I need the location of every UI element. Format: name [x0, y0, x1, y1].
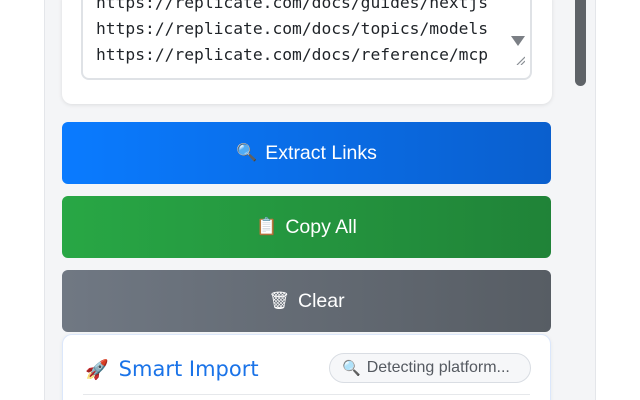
platform-status-badge: 🔍 Detecting platform...: [329, 353, 531, 383]
link-line: https://replicate.com/docs/reference/mcp: [96, 45, 489, 64]
resize-grip-icon[interactable]: [515, 55, 525, 65]
link-line: https://replicate.com/docs/guides/nextjs: [96, 0, 489, 12]
smart-import-heading: 🚀 Smart Import: [85, 357, 259, 381]
magnifier-icon: 🔍: [342, 360, 361, 377]
wastebasket-icon: 🗑: [268, 291, 290, 310]
magnifier-icon: 🔍: [236, 143, 258, 162]
smart-import-title: Smart Import: [118, 357, 259, 381]
clear-button[interactable]: 🗑 Clear: [62, 270, 551, 332]
rocket-icon: 🚀: [85, 358, 109, 381]
smart-import-card: 🚀 Smart Import 🔍 Detecting platform...: [62, 334, 551, 400]
extract-links-label: Extract Links: [265, 141, 377, 164]
clipboard-icon: 📋: [256, 217, 278, 236]
link-line: https://replicate.com/docs/topics/models: [96, 19, 489, 38]
copy-all-button[interactable]: 📋 Copy All: [62, 196, 551, 258]
platform-status-text: Detecting platform...: [366, 359, 510, 376]
copy-all-label: Copy All: [285, 215, 357, 238]
scrollbar-thumb[interactable]: [575, 0, 586, 86]
divider: [83, 394, 530, 395]
textarea-scroll-down-arrow[interactable]: [511, 36, 525, 46]
clear-label: Clear: [297, 289, 345, 312]
extract-links-button[interactable]: 🔍 Extract Links: [62, 122, 551, 184]
links-textarea[interactable]: https://replicate.com/docs/guides/nextjs…: [81, 0, 532, 80]
